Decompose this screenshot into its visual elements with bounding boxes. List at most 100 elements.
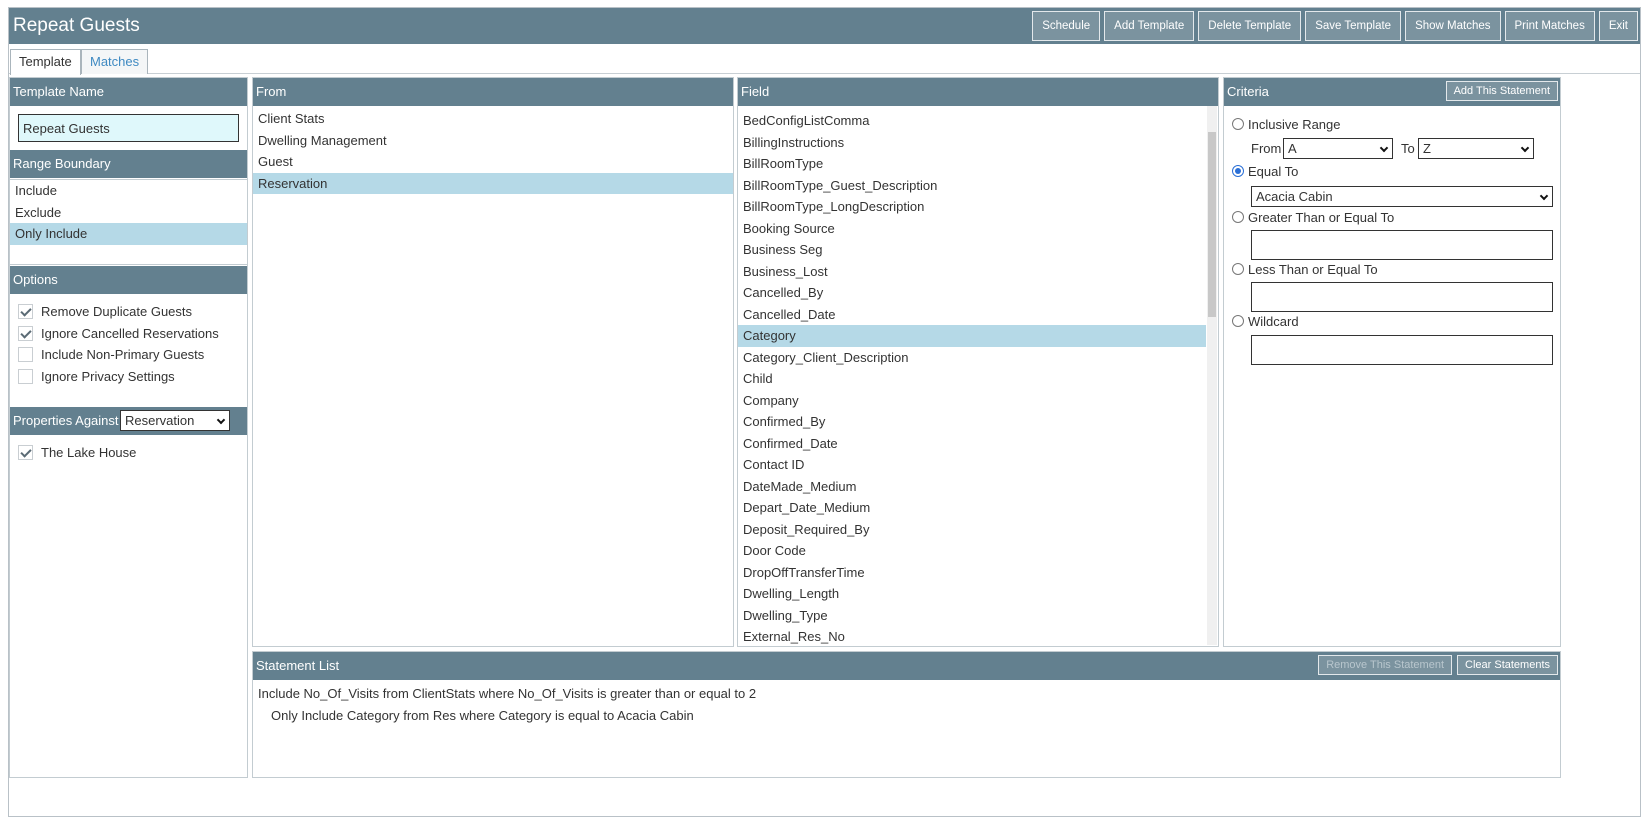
delete-template-button[interactable]: Delete Template bbox=[1198, 11, 1302, 41]
greater-than-radio[interactable] bbox=[1232, 211, 1244, 223]
less-than-radio[interactable] bbox=[1232, 263, 1244, 275]
add-template-button[interactable]: Add Template bbox=[1104, 11, 1195, 41]
field-item[interactable]: BedConfigListComma bbox=[738, 110, 1206, 132]
template-name-header: Template Name bbox=[10, 78, 247, 106]
greater-than-option: Greater Than or Equal To bbox=[1232, 208, 1394, 226]
ignore-cancelled-checkbox[interactable] bbox=[18, 325, 33, 341]
chevron-down-icon bbox=[1539, 191, 1549, 201]
show-matches-button[interactable]: Show Matches bbox=[1405, 11, 1501, 41]
range-from-select[interactable]: A bbox=[1283, 138, 1393, 159]
wildcard-radio[interactable] bbox=[1232, 315, 1244, 327]
field-scroll-thumb[interactable] bbox=[1208, 132, 1216, 317]
equal-to-option: Equal To bbox=[1232, 162, 1298, 180]
field-item[interactable]: Child bbox=[738, 368, 1206, 390]
field-item[interactable]: BillRoomType_Guest_Description bbox=[738, 175, 1206, 197]
option-ignore-cancelled: Ignore Cancelled Reservations bbox=[18, 323, 219, 343]
option-include-non-primary: Include Non-Primary Guests bbox=[18, 344, 204, 364]
field-item[interactable]: BillRoomType_LongDescription bbox=[738, 196, 1206, 218]
greater-than-label: Greater Than or Equal To bbox=[1248, 209, 1395, 225]
field-item[interactable]: Category_Client_Description bbox=[738, 347, 1206, 369]
wildcard-label: Wildcard bbox=[1248, 313, 1299, 329]
field-item[interactable]: Cancelled_Date bbox=[738, 304, 1206, 326]
exit-button[interactable]: Exit bbox=[1598, 11, 1638, 41]
less-than-input[interactable] bbox=[1251, 282, 1553, 312]
properties-against-label: Properties Against bbox=[13, 413, 119, 428]
from-header: From bbox=[253, 78, 733, 106]
statement-item[interactable]: Include No_Of_Visits from ClientStats wh… bbox=[258, 686, 756, 701]
from-item-guest[interactable]: Guest bbox=[253, 151, 733, 173]
properties-against-select[interactable]: Reservation bbox=[120, 410, 230, 431]
field-item[interactable]: DropOffTransferTime bbox=[738, 562, 1206, 584]
print-matches-button[interactable]: Print Matches bbox=[1504, 11, 1595, 41]
ignore-privacy-checkbox[interactable] bbox=[18, 368, 33, 384]
equal-to-radio[interactable] bbox=[1232, 165, 1244, 177]
field-panel: Field BedConfigListComma BillingInstructi… bbox=[737, 77, 1219, 647]
field-item[interactable]: Depart_Date_Medium bbox=[738, 497, 1206, 519]
field-item[interactable]: Confirmed_By bbox=[738, 411, 1206, 433]
properties-against-value: Reservation bbox=[125, 413, 195, 428]
range-boundary-header: Range Boundary bbox=[10, 150, 247, 178]
include-non-primary-checkbox[interactable] bbox=[18, 346, 33, 362]
remove-duplicates-label: Remove Duplicate Guests bbox=[41, 303, 193, 319]
save-template-button[interactable]: Save Template bbox=[1305, 11, 1402, 41]
field-item[interactable]: Business_Lost bbox=[738, 261, 1206, 283]
ignore-cancelled-label: Ignore Cancelled Reservations bbox=[41, 325, 219, 341]
field-item[interactable]: BillRoomType bbox=[738, 153, 1206, 175]
field-item[interactable]: Door Code bbox=[738, 540, 1206, 562]
options-header: Options bbox=[10, 266, 247, 294]
property-item: The Lake House bbox=[18, 442, 136, 462]
range-boundary-exclude[interactable]: Exclude bbox=[10, 202, 247, 224]
field-item[interactable]: Contact ID bbox=[738, 454, 1206, 476]
wildcard-input[interactable] bbox=[1251, 335, 1553, 365]
field-item[interactable]: Dwelling_Type bbox=[738, 605, 1206, 627]
equal-to-select[interactable]: Acacia Cabin bbox=[1251, 186, 1553, 207]
add-statement-button[interactable]: Add This Statement bbox=[1445, 81, 1558, 101]
statement-item[interactable]: Only Include Category from Res where Cat… bbox=[271, 708, 694, 723]
from-item-dwelling-management[interactable]: Dwelling Management bbox=[253, 130, 733, 152]
left-column: Template Name Range Boundary Include Exc… bbox=[9, 77, 248, 778]
template-name-input[interactable] bbox=[18, 114, 239, 142]
from-item-client-stats[interactable]: Client Stats bbox=[253, 108, 733, 130]
from-panel: From Client Stats Dwelling Management Gu… bbox=[252, 77, 734, 647]
field-item[interactable]: External_Res_No bbox=[738, 626, 1206, 648]
field-item[interactable]: DateMade_Medium bbox=[738, 476, 1206, 498]
field-item[interactable]: Business Seg bbox=[738, 239, 1206, 261]
field-item[interactable]: Dwelling_Length bbox=[738, 583, 1206, 605]
field-header: Field bbox=[738, 78, 1218, 106]
inclusive-range-option: Inclusive Range bbox=[1232, 115, 1341, 133]
tab-template[interactable]: Template bbox=[10, 49, 81, 75]
field-item[interactable]: Company bbox=[738, 390, 1206, 412]
from-list: Client Stats Dwelling Management Guest R… bbox=[253, 108, 733, 194]
from-item-reservation[interactable]: Reservation bbox=[253, 172, 733, 194]
field-item[interactable]: BillingInstructions bbox=[738, 132, 1206, 154]
criteria-header: Criteria Add This Statement bbox=[1224, 78, 1560, 106]
field-list: BedConfigListComma BillingInstructions Bil… bbox=[738, 110, 1206, 648]
range-to-select[interactable]: Z bbox=[1418, 138, 1534, 159]
field-scrollbar[interactable] bbox=[1207, 106, 1217, 645]
field-item[interactable]: Category bbox=[738, 325, 1206, 347]
greater-than-input[interactable] bbox=[1251, 230, 1553, 260]
clear-statements-button[interactable]: Clear Statements bbox=[1457, 655, 1558, 675]
range-boundary-include[interactable]: Include bbox=[10, 180, 247, 202]
criteria-panel: Criteria Add This Statement Inclusive Ra… bbox=[1223, 77, 1561, 647]
field-item[interactable]: Confirmed_Date bbox=[738, 433, 1206, 455]
statement-list-title: Statement List bbox=[256, 658, 340, 673]
field-item[interactable]: Deposit_Required_By bbox=[738, 519, 1206, 541]
ignore-privacy-label: Ignore Privacy Settings bbox=[41, 368, 175, 384]
field-item[interactable]: Cancelled_By bbox=[738, 282, 1206, 304]
equal-to-value: Acacia Cabin bbox=[1256, 189, 1333, 204]
remove-statement-button[interactable]: Remove This Statement bbox=[1318, 655, 1452, 675]
less-than-option: Less Than or Equal To bbox=[1232, 260, 1378, 278]
tab-matches[interactable]: Matches bbox=[81, 49, 149, 74]
range-boundary-only-include[interactable]: Only Include bbox=[10, 223, 247, 245]
tab-bar: Template Matches bbox=[9, 48, 1640, 75]
property-lake-house-label: The Lake House bbox=[41, 444, 137, 460]
schedule-button[interactable]: Schedule bbox=[1032, 11, 1101, 41]
criteria-title: Criteria bbox=[1227, 84, 1269, 99]
property-lake-house-checkbox[interactable] bbox=[18, 444, 33, 460]
remove-duplicates-checkbox[interactable] bbox=[18, 303, 33, 319]
chevron-down-icon bbox=[216, 415, 226, 425]
inclusive-range-radio[interactable] bbox=[1232, 118, 1244, 130]
field-item[interactable]: Booking Source bbox=[738, 218, 1206, 240]
properties-header: Properties Against Reservation bbox=[10, 407, 247, 435]
